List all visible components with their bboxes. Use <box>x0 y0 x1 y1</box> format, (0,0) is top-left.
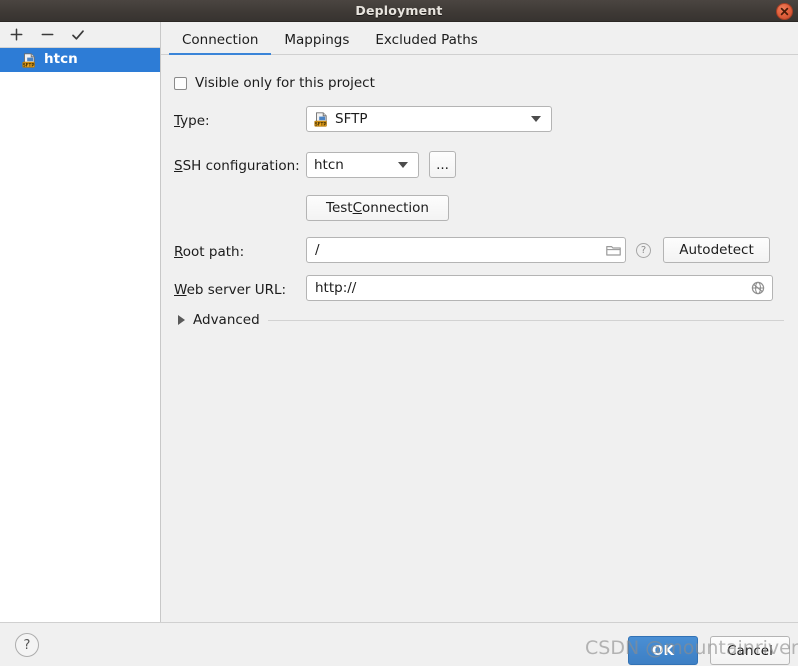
connection-form: Visible only for this project Type: SFTP… <box>161 55 798 622</box>
visible-only-label: Visible only for this project <box>195 75 375 91</box>
server-list-toolbar <box>0 22 160 48</box>
advanced-label: Advanced <box>193 312 260 328</box>
tab-bar: Connection Mappings Excluded Paths <box>161 22 798 55</box>
help-button[interactable]: ? <box>15 633 39 657</box>
check-icon[interactable] <box>68 25 88 45</box>
type-value: SFTP <box>335 111 368 127</box>
autodetect-button[interactable]: Autodetect <box>663 237 770 263</box>
test-connection-label-mnemonic: C <box>352 200 363 216</box>
sidebar-item-label: htcn <box>44 51 78 68</box>
type-combobox[interactable]: SFTP SFTP <box>306 106 552 132</box>
sftp-server-icon: SFTP <box>22 52 37 68</box>
tab-connection[interactable]: Connection <box>169 33 272 55</box>
sftp-type-icon: SFTP <box>314 111 329 127</box>
window-title: Deployment <box>355 3 443 18</box>
chevron-down-icon <box>398 161 408 168</box>
web-server-url-value: http:// <box>315 280 357 296</box>
web-server-url-label: Web server URL: <box>161 279 306 298</box>
root-path-row: Root path: / ? Autodetect <box>161 237 798 263</box>
web-server-url-row: Web server URL: http:// <box>161 275 798 301</box>
tab-excluded-paths[interactable]: Excluded Paths <box>362 33 490 55</box>
sidebar-item-htcn[interactable]: SFTP htcn <box>0 48 160 72</box>
folder-icon[interactable] <box>606 244 621 257</box>
root-path-label-text: oot path: <box>182 243 245 260</box>
root-path-label-mnemonic: R <box>174 243 183 260</box>
cancel-button[interactable]: Cancel <box>710 636 790 665</box>
server-list-panel: SFTP htcn <box>0 22 161 622</box>
test-connection-button[interactable]: Test Connection <box>306 195 449 221</box>
type-label-text: ype: <box>180 112 210 129</box>
ssh-configuration-label: SSH configuration: <box>161 155 306 174</box>
plus-icon[interactable] <box>6 25 26 45</box>
ssh-configuration-row: SSH configuration: htcn ... <box>161 151 798 178</box>
test-connection-row: Test Connection <box>161 195 798 221</box>
advanced-divider <box>267 319 784 321</box>
ssh-label-text: SH configuration: <box>182 158 300 174</box>
advanced-section-header[interactable]: Advanced <box>174 312 784 328</box>
test-connection-label-b: onnection <box>362 200 429 216</box>
type-label: Type: <box>161 110 306 129</box>
web-server-url-input[interactable]: http:// <box>306 275 773 301</box>
chevron-right-icon[interactable] <box>178 315 185 325</box>
root-path-value: / <box>315 242 320 258</box>
web-url-label-mnemonic: W <box>174 281 187 298</box>
title-bar: Deployment <box>0 0 798 22</box>
ssh-configuration-combobox[interactable]: htcn <box>306 151 419 178</box>
svg-text:SFTP: SFTP <box>23 62 35 67</box>
ok-button[interactable]: OK <box>628 636 698 665</box>
server-list: SFTP htcn <box>0 48 160 622</box>
type-row: Type: SFTP SFTP <box>161 106 798 132</box>
root-path-label: Root path: <box>161 241 306 260</box>
root-path-input[interactable]: / <box>306 237 626 263</box>
visible-only-row: Visible only for this project <box>161 67 798 94</box>
tab-mappings[interactable]: Mappings <box>271 33 362 55</box>
ssh-configuration-browse-button[interactable]: ... <box>429 151 456 178</box>
root-path-help-icon[interactable]: ? <box>636 242 651 258</box>
visible-only-checkbox[interactable] <box>174 76 187 90</box>
ssh-configuration-value: htcn <box>314 156 344 173</box>
minus-icon[interactable] <box>37 25 57 45</box>
globe-icon[interactable] <box>751 281 765 295</box>
connection-content-panel: Connection Mappings Excluded Paths Visib… <box>161 22 798 622</box>
ssh-label-mnemonic: S <box>174 158 183 174</box>
close-icon[interactable] <box>776 3 793 20</box>
svg-text:SFTP: SFTP <box>315 121 327 126</box>
chevron-down-icon <box>531 116 541 122</box>
test-connection-label-a: Test <box>326 200 353 216</box>
dialog-body: SFTP htcn Connection Mappings Excluded P… <box>0 22 798 622</box>
web-url-label-text: eb server URL: <box>186 281 287 298</box>
deployment-dialog: Deployment SFTP htcn Connection Mappings… <box>0 0 798 666</box>
